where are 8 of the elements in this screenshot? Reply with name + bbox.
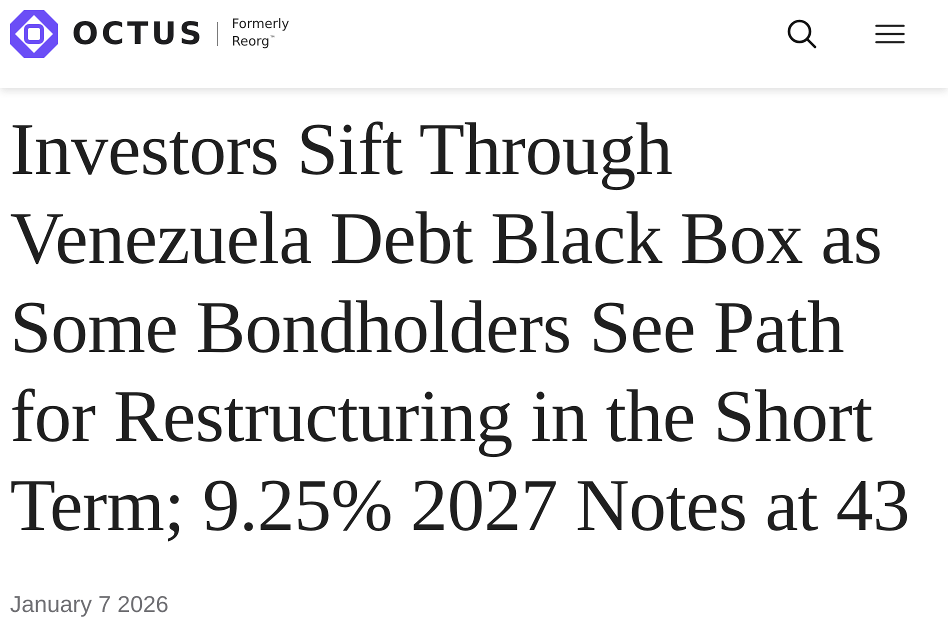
search-icon — [787, 19, 817, 49]
brand-wordmark[interactable]: OCTUS — [72, 18, 205, 50]
article-headline: Investors Sift Through Venezuela Debt Black Box as Some Bondholders See Path for Restructuring in the Short Term; 9.25% 2027 Notes at 43 — [10, 108, 910, 549]
brand-tagline: Reorg$^{™}$ — [232, 34, 277, 50]
article-date: January 7 2026 — [10, 591, 170, 618]
logo-octagon-icon[interactable] — [10, 10, 58, 58]
brand-tagline: Formerly — [232, 18, 290, 32]
menu-icon — [874, 24, 906, 44]
